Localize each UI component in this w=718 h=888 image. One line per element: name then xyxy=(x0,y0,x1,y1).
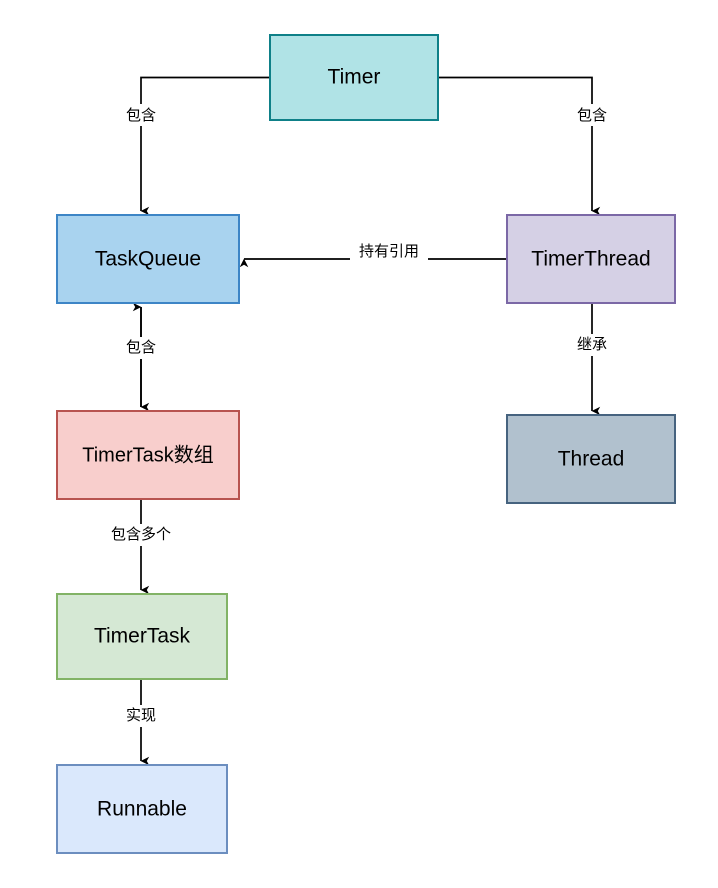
node-timerthread[interactable]: TimerThread xyxy=(506,214,676,304)
node-thread-label: Thread xyxy=(558,448,625,471)
node-timer-label: Timer xyxy=(328,66,381,89)
edge-timerthread-to-taskqueue-label: 持有引用 xyxy=(359,243,419,260)
node-runnable[interactable]: Runnable xyxy=(56,764,228,854)
diagram-canvas: 包含 包含 持有引用 包含 继承 包含多个 实现 Timer TaskQueue… xyxy=(0,0,718,888)
edge-timerthread-to-thread-label: 继承 xyxy=(577,336,607,353)
node-taskqueue-label: TaskQueue xyxy=(95,248,201,271)
node-runnable-label: Runnable xyxy=(97,798,187,821)
edge-timer-to-timerthread: 包含 xyxy=(438,76,614,216)
edge-timertask-to-runnable: 实现 xyxy=(119,679,163,766)
node-timertask[interactable]: TimerTask xyxy=(56,593,228,680)
node-timer[interactable]: Timer xyxy=(269,34,439,121)
node-timertaskarray-label: TimerTask数组 xyxy=(82,443,213,466)
edge-timertaskarray-to-timertask: 包含多个 xyxy=(102,499,180,595)
edge-timer-to-taskqueue-label: 包含 xyxy=(126,107,156,124)
edge-timer-to-timerthread-label: 包含 xyxy=(577,107,607,124)
node-timerthread-label: TimerThread xyxy=(531,248,650,271)
edge-taskqueue-timertaskarray: 包含 xyxy=(119,302,163,412)
flowchart-svg: 包含 包含 持有引用 包含 继承 包含多个 实现 Timer TaskQueue… xyxy=(56,34,676,854)
edge-timer-to-taskqueue-line xyxy=(140,76,270,216)
node-timertaskarray[interactable]: TimerTask数组 xyxy=(56,410,240,500)
edge-timerthread-to-taskqueue: 持有引用 xyxy=(239,241,507,268)
node-taskqueue[interactable]: TaskQueue xyxy=(56,214,240,304)
edge-taskqueue-timertaskarray-label: 包含 xyxy=(126,339,156,356)
edge-timertaskarray-to-timertask-label: 包含多个 xyxy=(111,526,171,543)
edge-timer-to-timerthread-line xyxy=(438,76,601,216)
edge-timerthread-to-thread: 继承 xyxy=(570,303,614,416)
edge-timer-to-taskqueue: 包含 xyxy=(119,76,270,216)
node-timertask-label: TimerTask xyxy=(94,625,191,648)
edge-timertask-to-runnable-label: 实现 xyxy=(126,707,156,724)
node-thread[interactable]: Thread xyxy=(506,414,676,504)
